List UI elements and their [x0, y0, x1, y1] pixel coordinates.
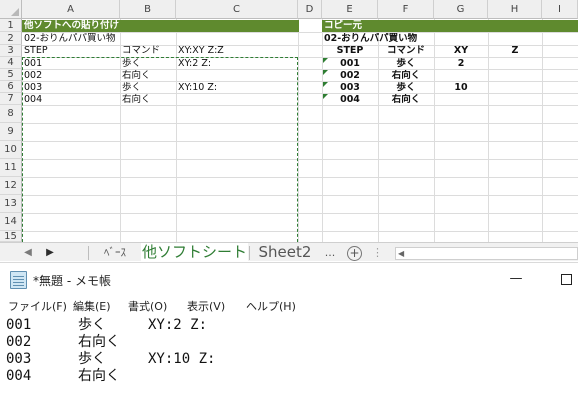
row-header-2[interactable]: 2 — [0, 32, 22, 45]
menu-bar: ファイル(F) 編集(E) 書式(O) 表示(V) ヘルプ(H) — [0, 296, 578, 316]
line-command: 歩く — [78, 351, 106, 367]
row-header-12[interactable]: 12 — [0, 177, 22, 195]
row-header-1[interactable]: 1 — [0, 19, 22, 32]
tab-overflow-button[interactable]: ... — [320, 243, 340, 261]
tab-other-software-sheet[interactable]: 他ソフトシート — [141, 243, 248, 261]
menu-format[interactable]: 書式(O) — [128, 298, 167, 314]
editor-line: 004 右向く — [6, 368, 120, 385]
right-header-command[interactable]: コマンド — [378, 45, 434, 57]
line-xyz: XY:10 Z: — [148, 351, 216, 367]
right-cell-command[interactable]: 歩く — [378, 58, 434, 70]
line-command: 右向く — [78, 334, 120, 350]
right-header-z[interactable]: Z — [488, 45, 542, 57]
menu-edit[interactable]: 編集(E) — [73, 298, 111, 314]
right-cell-xy[interactable]: 10 — [434, 82, 488, 94]
column-header-a[interactable]: A — [22, 0, 120, 19]
row-header-9[interactable]: 9 — [0, 123, 22, 141]
column-header-g[interactable]: G — [434, 0, 488, 19]
line-step: 002 — [6, 334, 32, 350]
maximize-button[interactable] — [561, 274, 572, 285]
spreadsheet-window: A B C D E F G H I 1 2 3 4 5 6 7 8 9 10 1… — [0, 0, 578, 261]
sheet-tabs-bar: ◀ ▶ ﾍﾞｰｽ 他ソフトシート Sheet2 ... + ⋮ ◀ — [0, 242, 578, 261]
column-header-d[interactable]: D — [298, 0, 322, 19]
right-cell-command[interactable]: 歩く — [378, 82, 434, 94]
copy-selection-marquee — [22, 57, 298, 247]
row-header-6[interactable]: 6 — [0, 81, 22, 93]
column-header-b[interactable]: B — [120, 0, 176, 19]
line-command: 右向く — [78, 368, 120, 384]
right-cell-step[interactable]: 002 — [322, 70, 378, 82]
window-title: *無題 - メモ帳 — [33, 274, 111, 288]
menu-file[interactable]: ファイル(F) — [8, 298, 67, 314]
row-header-7[interactable]: 7 — [0, 93, 22, 105]
line-step: 004 — [6, 368, 32, 384]
right-cell-step[interactable]: 004 — [322, 94, 378, 106]
column-header-c[interactable]: C — [176, 0, 298, 19]
row-header-13[interactable]: 13 — [0, 195, 22, 213]
scroll-left-icon[interactable]: ◀ — [398, 248, 404, 259]
notepad-window: *無題 - メモ帳 — ファイル(F) 編集(E) 書式(O) 表示(V) ヘル… — [0, 262, 578, 407]
row-header-15[interactable]: 15 — [0, 231, 22, 242]
right-cell-step[interactable]: 003 — [322, 82, 378, 94]
notepad-title-bar[interactable]: *無題 - メモ帳 — — [0, 263, 578, 296]
column-header-f[interactable]: F — [378, 0, 434, 19]
horizontal-scrollbar[interactable]: ◀ — [395, 247, 578, 260]
line-step: 001 — [6, 317, 32, 333]
add-sheet-icon[interactable]: + — [347, 246, 362, 261]
minimize-button[interactable]: — — [502, 269, 530, 289]
right-block-title[interactable]: コピー元 — [324, 20, 362, 32]
gridline — [298, 19, 299, 242]
row-header-10[interactable]: 10 — [0, 141, 22, 159]
menu-view[interactable]: 表示(V) — [187, 298, 225, 314]
chevron-left-icon[interactable]: ◀ — [20, 245, 36, 261]
gridline — [542, 19, 543, 242]
right-cell-step[interactable]: 001 — [322, 58, 378, 70]
tab-sheet2[interactable]: Sheet2 — [250, 243, 320, 261]
tab-splitter-handle[interactable]: ⋮ — [372, 243, 383, 261]
left-block-subtitle[interactable]: 02-おりんパパ買い物 — [24, 33, 116, 45]
line-xyz: XY:2 Z: — [148, 317, 208, 333]
right-cell-xy[interactable]: 2 — [434, 58, 488, 70]
editor-line: 002 右向く — [6, 334, 120, 351]
line-command: 歩く — [78, 317, 106, 333]
editor-line: 003 歩く XY:10 Z: — [6, 351, 215, 368]
right-cell-command[interactable]: 右向く — [378, 94, 434, 106]
line-step: 003 — [6, 351, 32, 367]
right-block-subtitle[interactable]: 02-おりんパパ買い物 — [324, 33, 417, 45]
select-all-corner[interactable] — [0, 0, 22, 19]
row-header-14[interactable]: 14 — [0, 213, 22, 231]
column-header-i[interactable]: I — [542, 0, 578, 19]
row-header-5[interactable]: 5 — [0, 69, 22, 81]
row-header-11[interactable]: 11 — [0, 159, 22, 177]
row-header-4[interactable]: 4 — [0, 57, 22, 69]
left-header-step[interactable]: STEP — [24, 45, 48, 57]
column-header-e[interactable]: E — [322, 0, 378, 19]
right-cell-command[interactable]: 右向く — [378, 70, 434, 82]
notepad-icon — [10, 271, 27, 289]
row-header-3[interactable]: 3 — [0, 45, 22, 57]
right-header-step[interactable]: STEP — [322, 45, 378, 57]
tab-base[interactable]: ﾍﾞｰｽ — [89, 243, 141, 261]
chevron-right-icon[interactable]: ▶ — [42, 245, 58, 261]
left-header-command[interactable]: コマンド — [122, 45, 160, 57]
right-header-xy[interactable]: XY — [434, 45, 488, 57]
text-editor-area[interactable]: 001 歩く XY:2 Z: 002 右向く 003 歩く XY:10 Z: 0… — [0, 317, 578, 407]
editor-line: 001 歩く XY:2 Z: — [6, 317, 207, 334]
left-block-title[interactable]: 他ソフトへの貼り付け — [24, 20, 119, 32]
row-header-8[interactable]: 8 — [0, 105, 22, 123]
column-header-h[interactable]: H — [488, 0, 542, 19]
menu-help[interactable]: ヘルプ(H) — [246, 298, 296, 314]
left-header-xyz[interactable]: XY:XY Z:Z — [178, 45, 224, 57]
